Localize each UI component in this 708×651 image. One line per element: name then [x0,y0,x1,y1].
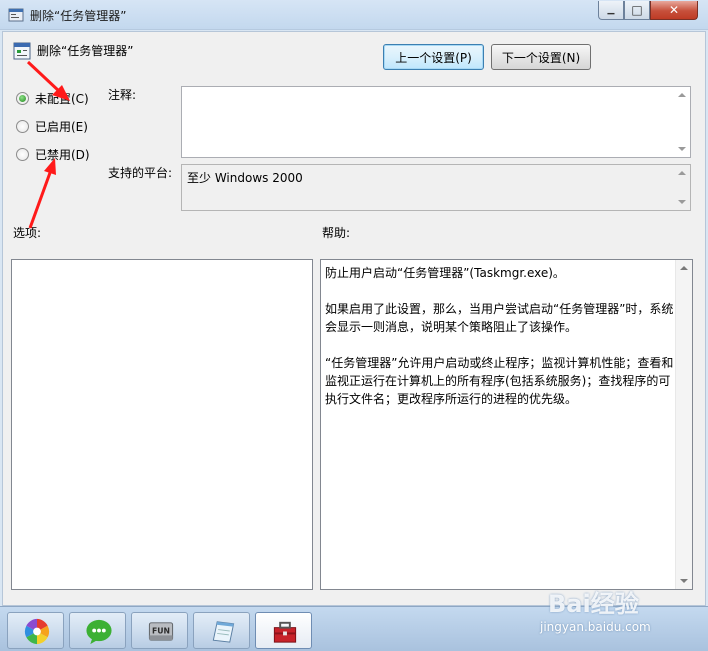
help-paragraph: 如果启用了此设置，那么，当用户尝试启动“任务管理器”时，系统会显示一则消息，说明… [325,302,674,334]
radio-button[interactable] [16,147,29,161]
minimize-button[interactable]: ▁ [598,1,624,20]
policy-window-icon [8,8,24,22]
scroll-up-icon[interactable] [678,93,686,97]
radio-button[interactable] [16,119,29,133]
comment-label: 注释: [108,88,137,102]
window-title: 删除“任务管理器” [30,9,127,23]
scroll-down-icon[interactable] [680,579,688,583]
fun-drive-icon: FUN [148,622,174,641]
supported-platform-value: 至少 Windows 2000 [187,171,303,185]
close-icon: ✕ [668,3,680,17]
options-label: 选项: [13,226,42,240]
taskbar-item-fun-drive[interactable]: FUN [131,612,188,649]
policy-setting-icon [13,42,31,60]
previous-setting-button[interactable]: 上一个设置(P) [383,44,484,70]
radio-label: 未配置(C) [35,91,89,106]
help-text: 防止用户启动“任务管理器”(Taskmgr.exe)。 如果启用了此设置，那么，… [325,264,675,426]
platform-scrollbar[interactable] [674,165,690,210]
taskbar-item-notepad[interactable] [193,612,250,649]
radio-button-selected[interactable] [16,91,29,105]
scroll-down-icon[interactable] [678,200,686,204]
help-panel: 防止用户启动“任务管理器”(Taskmgr.exe)。 如果启用了此设置，那么，… [320,259,693,590]
options-panel [11,259,313,590]
taskbar-item-pinwheel[interactable] [7,612,64,649]
maximize-icon: □ [631,3,643,17]
comment-scrollbar[interactable] [674,87,690,157]
baidu-jingyan-watermark: Bai经验 [548,584,703,618]
scroll-down-icon[interactable] [678,147,686,151]
watermark-url: jingyan.baidu.com [540,620,651,634]
scroll-up-icon[interactable] [680,266,688,270]
watermark-logo-text: Bai经验 [548,590,639,618]
radio-disabled[interactable]: 已禁用(D) [16,145,90,163]
radio-enabled[interactable]: 已启用(E) [16,117,88,135]
policy-name: 删除“任务管理器” [37,44,134,58]
help-paragraph: “任务管理器”允许用户启动或终止程序；监视计算机性能；查看和监视正运行在计算机上… [325,356,674,406]
supported-platform-label: 支持的平台: [108,166,173,180]
next-setting-button[interactable]: 下一个设置(N) [491,44,591,70]
taskbar-item-toolbox[interactable] [255,612,312,649]
help-scrollbar[interactable] [675,260,692,589]
fun-drive-label: FUN [152,626,170,635]
notepad-icon [212,621,235,643]
comment-textarea[interactable] [181,86,691,158]
radio-not-configured[interactable]: 未配置(C) [16,89,89,107]
close-button[interactable]: ✕ [650,1,698,20]
radio-label: 已禁用(D) [35,147,90,162]
pinwheel-icon [24,618,50,645]
toolbox-icon [273,621,297,643]
maximize-button[interactable]: □ [624,1,650,20]
help-paragraph: 防止用户启动“任务管理器”(Taskmgr.exe)。 [325,266,565,280]
taskbar-item-wechat[interactable] [69,612,126,649]
help-label: 帮助: [322,226,351,240]
radio-label: 已启用(E) [35,119,88,134]
minimize-icon: ▁ [607,5,615,15]
wechat-icon [86,619,112,645]
scroll-up-icon[interactable] [678,171,686,175]
